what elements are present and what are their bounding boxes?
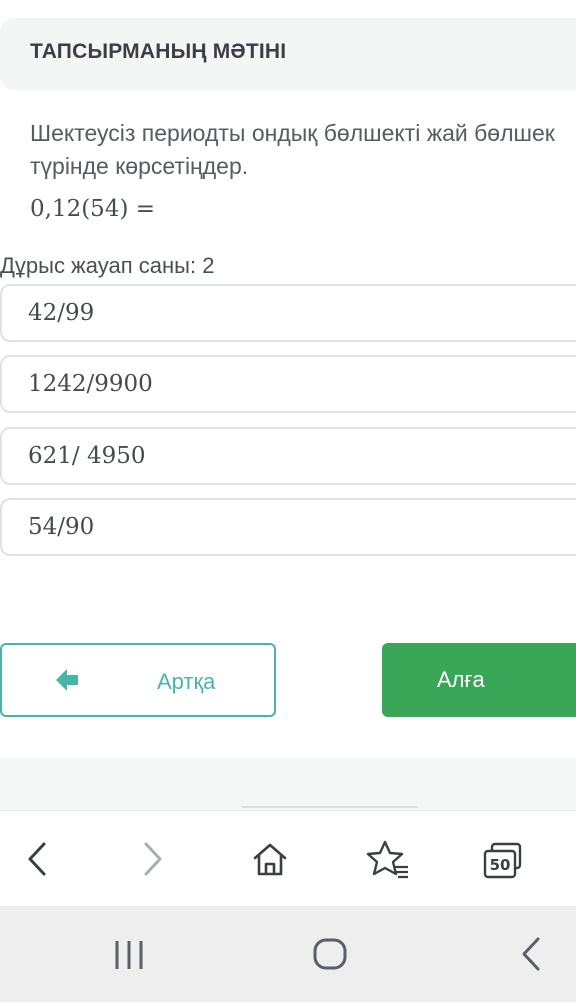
- answer-option-label: 54/90: [28, 514, 95, 540]
- drag-handle[interactable]: [242, 806, 418, 808]
- recent-apps-icon[interactable]: [112, 938, 146, 972]
- bookmark-star-icon[interactable]: [366, 839, 410, 881]
- task-card: ТАПСЫРМАНЫҢ МӘТІНІ Шектеусіз периодты он…: [0, 0, 576, 758]
- next-button[interactable]: Алға: [382, 643, 576, 717]
- task-text-line-1: Шектеусіз периодты ондық бөлшекті жай бө…: [30, 120, 555, 146]
- task-header-title: ТАПСЫРМАНЫҢ МӘТІНІ: [30, 40, 287, 63]
- task-text: Шектеусіз периодты ондық бөлшекті жай бө…: [30, 117, 576, 183]
- home-icon[interactable]: [250, 839, 290, 879]
- back-button[interactable]: Артқа: [0, 643, 276, 717]
- browser-toolbar: 50: [0, 810, 576, 907]
- task-text-line-2: түрінде көрсетіңдер.: [30, 153, 249, 179]
- tabs-count: 50: [490, 856, 511, 874]
- answer-option-1[interactable]: 42/99: [0, 284, 576, 342]
- answer-option-4[interactable]: 54/90: [0, 498, 576, 556]
- arrow-left-icon: [56, 669, 78, 691]
- answer-option-2[interactable]: 1242/9900: [0, 355, 576, 413]
- back-icon[interactable]: [24, 841, 52, 877]
- task-formula: 0,12(54) =: [30, 196, 156, 222]
- answer-option-3[interactable]: 621/ 4950: [0, 427, 576, 485]
- forward-icon[interactable]: [138, 841, 166, 877]
- system-navigation-bar: [0, 906, 576, 1002]
- system-back-icon[interactable]: [518, 936, 546, 972]
- correct-answers-count: Дұрыс жауап саны: 2: [0, 253, 215, 278]
- answer-option-label: 42/99: [28, 300, 95, 326]
- home-circle-icon[interactable]: [312, 936, 348, 972]
- next-button-label: Алға: [437, 667, 485, 692]
- back-button-label: Артқа: [157, 669, 216, 694]
- answer-option-label: 621/ 4950: [28, 443, 146, 469]
- answer-option-label: 1242/9900: [28, 371, 153, 397]
- tabs-icon[interactable]: 50: [482, 839, 526, 881]
